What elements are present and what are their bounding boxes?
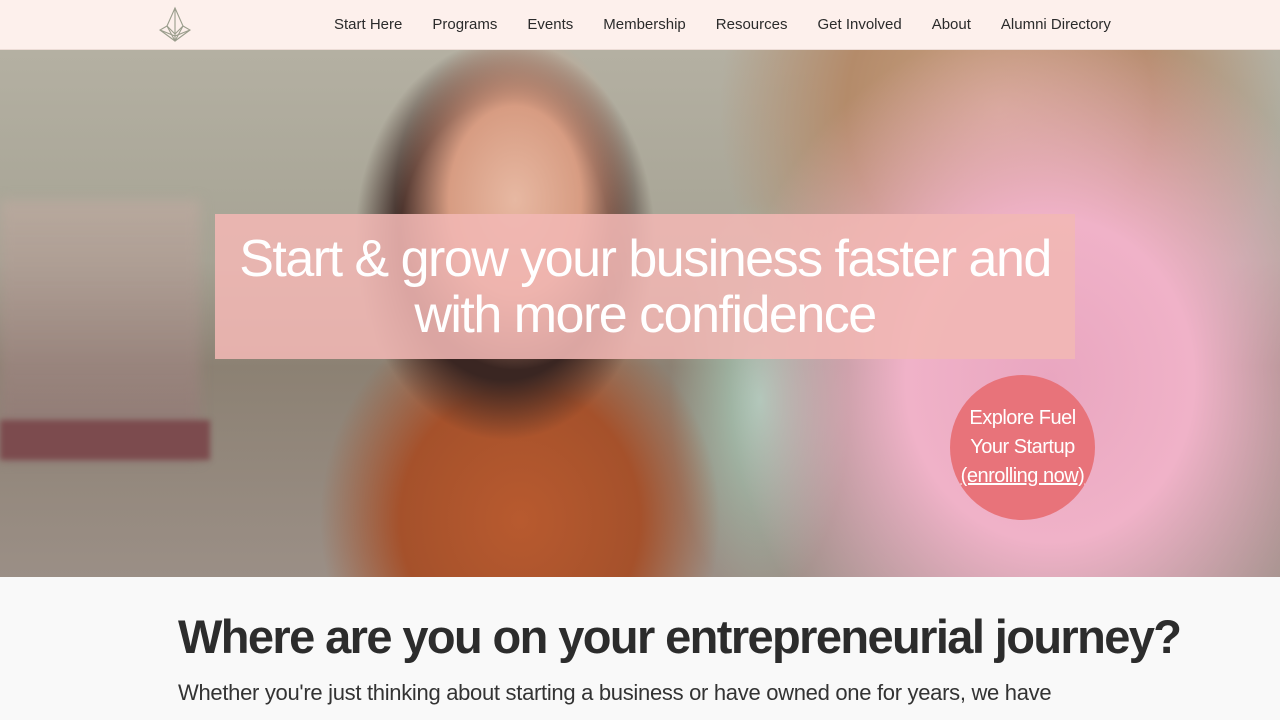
cta-line-1: Explore Fuel <box>969 407 1076 429</box>
nav-item-start-here[interactable]: Start Here <box>319 0 417 50</box>
nav-item-programs[interactable]: Programs <box>417 0 512 50</box>
top-nav-bar: Start Here Programs Events Membership Re… <box>0 0 1280 50</box>
nav-item-get-involved[interactable]: Get Involved <box>802 0 916 50</box>
section-title: Where are you on your entrepreneurial jo… <box>178 610 1182 663</box>
hero-background-detail <box>0 420 210 460</box>
nav-item-resources[interactable]: Resources <box>701 0 803 50</box>
journey-section: Where are you on your entrepreneurial jo… <box>0 577 1280 720</box>
hero-banner: Start & grow your business faster and wi… <box>0 50 1280 577</box>
nav-item-events[interactable]: Events <box>512 0 588 50</box>
hero-title-box: Start & grow your business faster and wi… <box>215 214 1075 359</box>
cta-line-2: Your Startup <box>970 436 1075 458</box>
main-nav: Start Here Programs Events Membership Re… <box>319 0 1126 50</box>
hero-title: Start & grow your business faster and wi… <box>239 229 1052 344</box>
explore-fuel-cta-button[interactable]: Explore Fuel Your Startup (enrolling now… <box>950 375 1095 520</box>
section-body: Whether you're just thinking about start… <box>178 680 1052 705</box>
cta-enrolling-link[interactable]: (enrolling now) <box>961 462 1085 491</box>
nav-item-membership[interactable]: Membership <box>588 0 701 50</box>
nav-item-about[interactable]: About <box>917 0 986 50</box>
lotus-logo-icon[interactable] <box>156 6 194 44</box>
nav-item-alumni-directory[interactable]: Alumni Directory <box>986 0 1126 50</box>
